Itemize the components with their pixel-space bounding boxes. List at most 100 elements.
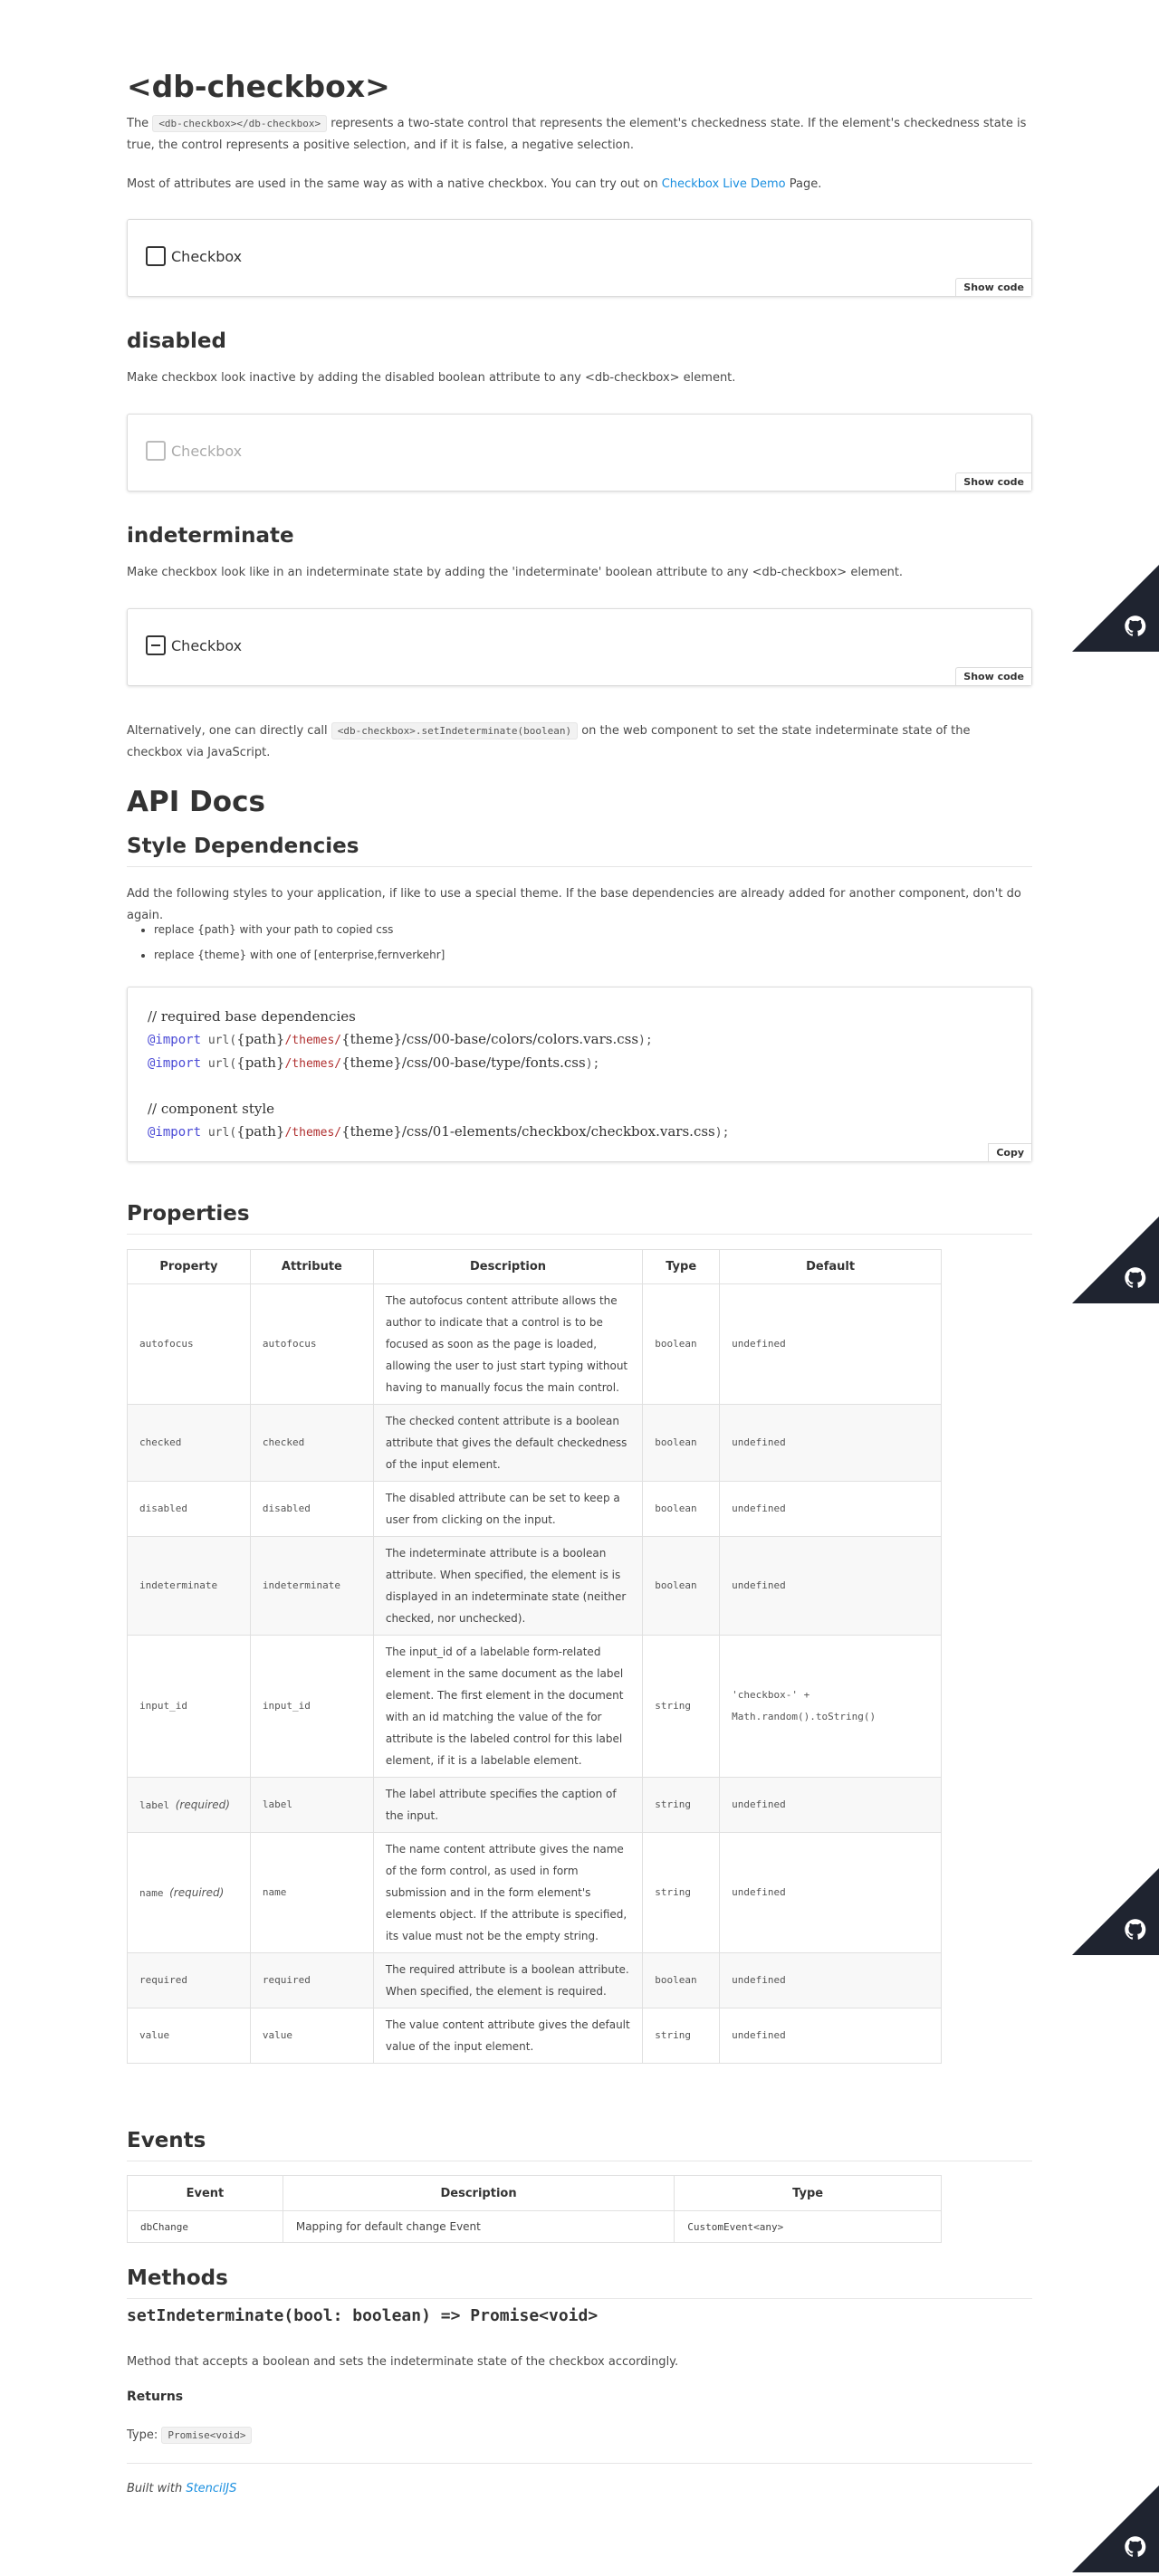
table-row: name (required) name The name content attr… (127, 1832, 942, 1953)
events-heading: Events (127, 2129, 206, 2152)
code-block: // required base dependencies @import ur… (127, 987, 1032, 1162)
attribute-name: disabled (262, 1503, 311, 1514)
required-marker: (required) (175, 1798, 230, 1811)
returns-heading: Returns (127, 2390, 184, 2404)
property-description-cell: The indeterminate attribute is a boolean… (372, 1536, 644, 1636)
property-name-cell: required (127, 1952, 251, 2008)
github-corner[interactable] (1072, 565, 1159, 652)
table-row: checked checked The checked content attrib… (127, 1404, 942, 1482)
list-item: replace {theme} with one of [enterprise,… (154, 942, 445, 968)
alt-text-line2: checkbox via JavaScript. (127, 746, 271, 759)
property-description-cell: The name content attribute gives the nam… (372, 1832, 644, 1953)
property-name: input_id (139, 1700, 187, 1712)
method-description: Method that accepts a boolean and sets t… (127, 2355, 679, 2369)
property-name-cell: autofocus (127, 1283, 251, 1405)
table-row: input_id input_id The input_id of a labela… (127, 1635, 942, 1778)
property-type-cell: string (642, 1832, 721, 1953)
property-default: 'checkbox-' + Math.random().toString() (732, 1689, 876, 1722)
attribute-name: label (262, 1798, 293, 1810)
property-description-cell: The checked content attribute is a boole… (372, 1404, 644, 1482)
property-default: undefined (732, 1974, 786, 1986)
methods-heading: Methods (127, 2266, 228, 2290)
divider (127, 2298, 1032, 2299)
indeterminate-heading: indeterminate (127, 524, 294, 548)
demo-default: Checkbox Show code (127, 219, 1032, 297)
divider (127, 1234, 1032, 1235)
checkbox-indeterminate-icon[interactable] (146, 635, 166, 655)
attribute-name: name (262, 1886, 287, 1898)
table-row: dbChange Mapping for default change Even… (127, 2210, 942, 2243)
attribute-name-cell: name (249, 1832, 374, 1953)
checkbox-label: Checkbox (171, 636, 243, 654)
property-type: boolean (655, 1436, 697, 1448)
show-code-button[interactable]: Show code (955, 472, 1031, 491)
property-type: boolean (655, 1503, 697, 1514)
property-name: label (139, 1798, 170, 1811)
property-type: string (655, 1886, 691, 1898)
property-name-cell: disabled (127, 1481, 251, 1537)
indeterminate-description: Make checkbox look like in an indetermin… (127, 566, 904, 579)
table-row: required required The required attribute i… (127, 1952, 942, 2008)
property-description-cell: The label attribute specifies the captio… (372, 1777, 644, 1833)
property-type: boolean (655, 1579, 697, 1591)
property-description-cell: The autofocus content attribute allows t… (372, 1283, 644, 1405)
property-type: string (655, 1798, 691, 1810)
table-row: label (required) label The label attribute… (127, 1777, 942, 1833)
checkbox-default[interactable]: Checkbox (146, 246, 242, 266)
demo-disabled: Checkbox Show code (127, 414, 1032, 491)
intro-text-post: represents a two-state control that repr… (327, 117, 1027, 130)
table-header-row: Event Description Type (127, 2175, 942, 2211)
intro-text-pre: The (127, 117, 153, 130)
code-line: @import url({path}/themes/{theme}/css/01… (148, 1123, 730, 1140)
property-default: undefined (732, 2029, 786, 2041)
attribute-name: value (262, 2029, 293, 2041)
show-code-button[interactable]: Show code (955, 667, 1031, 685)
live-demo-link[interactable]: Checkbox Live Demo (662, 177, 786, 191)
github-corner[interactable] (1072, 2485, 1159, 2572)
method-signature: setIndeterminate(bool: boolean) => Promi… (127, 2306, 599, 2325)
property-description-cell: The disabled attribute can be set to kee… (372, 1481, 644, 1537)
checkbox-indeterminate[interactable]: Checkbox (146, 635, 242, 655)
property-default-cell: undefined (719, 1536, 942, 1636)
property-default-cell: undefined (719, 2008, 942, 2064)
attribute-name-cell: value (249, 2008, 374, 2064)
alt-text-pre: Alternatively, one can directly call (127, 724, 331, 738)
list-item: replace {path} with your path to copied … (154, 917, 445, 942)
property-default: undefined (732, 1886, 786, 1898)
column-header: Type (642, 1249, 721, 1284)
checkbox-label: Checkbox (171, 247, 243, 265)
property-type: boolean (655, 1338, 697, 1350)
property-type-cell: string (642, 1635, 721, 1778)
checkbox-icon[interactable] (146, 246, 166, 266)
event-type: CustomEvent<any> (674, 2210, 942, 2243)
event-description: Mapping for default change Event (282, 2210, 675, 2243)
property-name: name (139, 1886, 164, 1899)
property-name: required (139, 1974, 187, 1986)
github-corner[interactable] (1072, 1216, 1159, 1303)
checkbox-disabled: Checkbox (146, 441, 242, 461)
property-name: disabled (139, 1503, 187, 1514)
footer-divider (127, 2463, 1032, 2464)
divider (127, 866, 1032, 867)
show-code-button[interactable]: Show code (955, 278, 1031, 296)
property-type-cell: boolean (642, 1481, 721, 1537)
code-line: @import url({path}/themes/{theme}/css/00… (148, 1031, 653, 1047)
property-type: string (655, 1700, 691, 1712)
property-default-cell: undefined (719, 1481, 942, 1537)
copy-button[interactable]: Copy (988, 1143, 1031, 1161)
property-name-cell: input_id (127, 1635, 251, 1778)
property-type-cell: boolean (642, 1283, 721, 1405)
column-header: Property (127, 1249, 251, 1284)
property-description: The checked content attribute is a boole… (385, 1415, 627, 1471)
property-default-cell: undefined (719, 1283, 942, 1405)
stencil-link[interactable]: StencilJS (186, 2482, 236, 2495)
returns-type-label: Type: (127, 2428, 162, 2442)
attribute-name: required (262, 1974, 311, 1986)
property-description: The disabled attribute can be set to kee… (385, 1492, 620, 1526)
column-header: Description (282, 2175, 675, 2211)
code-comment: // component style (148, 1101, 275, 1117)
property-description: The label attribute specifies the captio… (385, 1788, 617, 1822)
attribute-name-cell: disabled (249, 1481, 374, 1537)
github-corner[interactable] (1072, 1868, 1159, 1955)
property-default-cell: undefined (719, 1832, 942, 1953)
